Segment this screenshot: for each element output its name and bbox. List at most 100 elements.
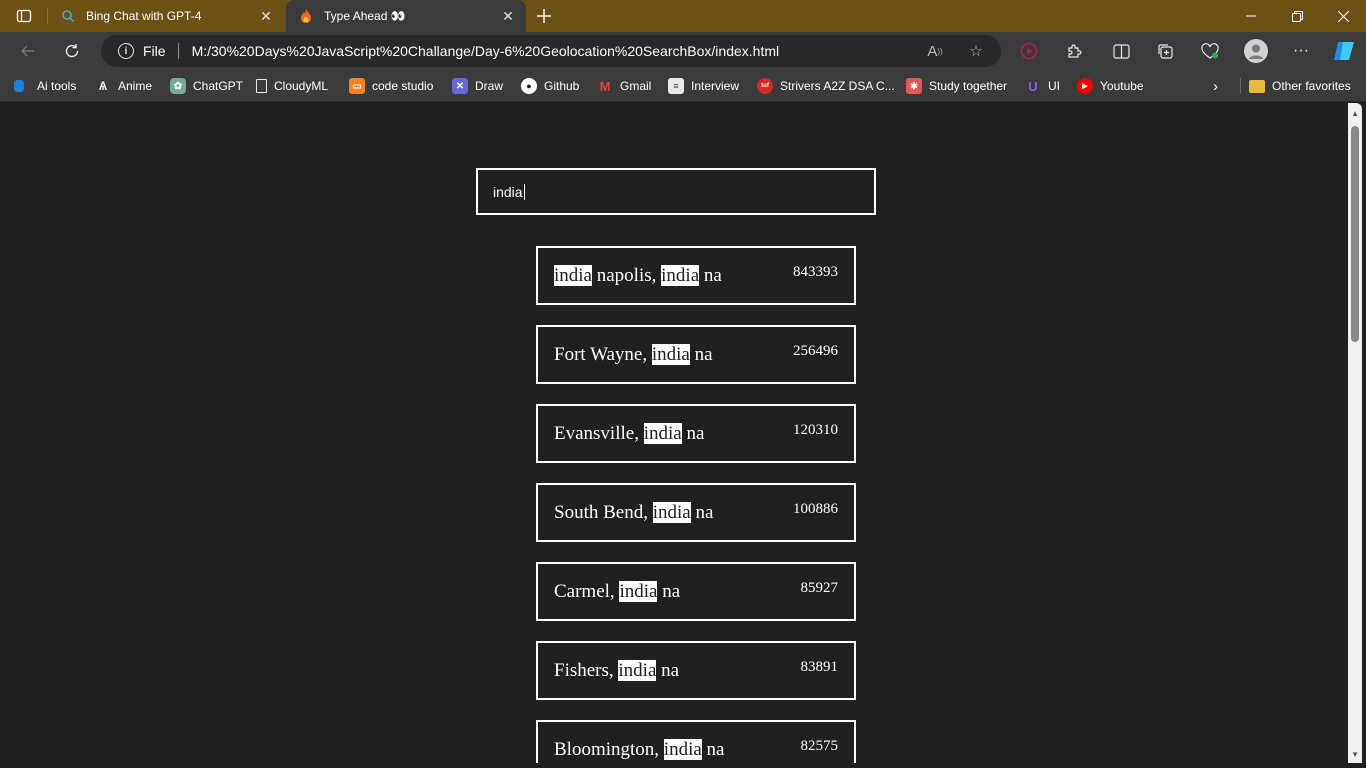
copilot-icon	[1334, 42, 1354, 60]
chevron-right-icon: ›	[1213, 77, 1218, 95]
url-scheme: File	[143, 43, 166, 59]
bookmark-code-studio[interactable]: ▭ code studio	[349, 70, 433, 102]
page-viewport: india india napolis, india na 843393 Fort …	[4, 103, 1362, 763]
scroll-up-arrow-icon[interactable]: ▲	[1351, 109, 1359, 118]
bookmark-draw[interactable]: ✕ Draw	[452, 70, 503, 102]
avatar-icon	[1244, 39, 1268, 63]
suggestion-item[interactable]: Fort Wayne, india na 256496	[536, 325, 856, 384]
name-text: na	[690, 502, 714, 523]
performance-button[interactable]	[1194, 35, 1226, 67]
split-screen-icon	[1112, 43, 1130, 59]
bookmark-study-together[interactable]: ✱ Study together	[906, 70, 1007, 102]
scroll-down-arrow-icon[interactable]: ▼	[1351, 750, 1359, 759]
suggestion-item[interactable]: South Bend, india na 100886	[536, 483, 856, 542]
refresh-button[interactable]	[56, 35, 88, 67]
more-menu-button[interactable]: ···	[1285, 35, 1317, 67]
close-tab-icon[interactable]: ✕	[496, 4, 520, 28]
read-aloud-icon[interactable]: A))	[919, 35, 951, 67]
media-button[interactable]	[1013, 35, 1045, 67]
suggestion-item[interactable]: india napolis, india na 843393	[536, 246, 856, 305]
tab-bing-chat[interactable]: Bing Chat with GPT-4 ✕	[48, 0, 284, 32]
bookmark-chatgpt[interactable]: ✿ ChatGPT	[170, 70, 243, 102]
population-value: 120310	[793, 422, 838, 438]
puzzle-icon	[1067, 43, 1082, 58]
name-text: Bloomington,	[554, 739, 664, 760]
name-text: na	[681, 423, 705, 444]
more-bookmarks-button[interactable]: ›	[1213, 70, 1218, 102]
name-text: na	[701, 739, 725, 760]
fire-icon	[298, 8, 314, 24]
youtube-icon: ▶	[1077, 78, 1093, 94]
tab-title: Bing Chat with GPT-4	[86, 9, 202, 23]
back-button[interactable]	[12, 35, 44, 67]
suggestion-item[interactable]: Carmel, india na 85927	[536, 562, 856, 621]
profile-button[interactable]	[1240, 35, 1272, 67]
bookmark-gmail[interactable]: M Gmail	[597, 70, 652, 102]
bookmark-label: code studio	[372, 79, 434, 93]
highlight-match: india	[661, 265, 700, 286]
bookmark-youtube[interactable]: ▶ Youtube	[1077, 70, 1144, 102]
close-window-button[interactable]	[1320, 0, 1366, 32]
restore-button[interactable]	[1274, 0, 1320, 32]
population-value: 85927	[800, 580, 839, 596]
suggestion-item[interactable]: Fishers, india na 83891	[536, 641, 856, 700]
github-icon: ●	[521, 78, 537, 94]
highlight-match: india	[663, 739, 702, 760]
address-bar[interactable]: i File M:/30%20Days%20JavaScript%20Chall…	[101, 35, 1001, 67]
highlight-match: india	[651, 344, 690, 365]
suggestion-name: Evansville, india na	[554, 423, 704, 445]
bookmark-github[interactable]: ● Github	[521, 70, 579, 102]
url-text[interactable]: M:/30%20Days%20JavaScript%20Challange/Da…	[192, 43, 780, 59]
favorite-star-icon[interactable]: ☆	[960, 35, 992, 67]
close-tab-icon[interactable]: ✕	[254, 4, 278, 28]
bookmark-other-favorites[interactable]: Other favorites	[1249, 70, 1351, 102]
name-text: Fishers,	[554, 660, 619, 681]
vertical-scrollbar[interactable]: ▲ ▼	[1348, 103, 1362, 763]
bookmark-interview[interactable]: ≡ Interview	[668, 70, 739, 102]
suggestion-item[interactable]: Bloomington, india na 82575	[536, 720, 856, 763]
bookmark-label: ChatGPT	[193, 79, 244, 93]
plus-icon	[537, 9, 551, 23]
collections-button[interactable]	[1149, 35, 1181, 67]
bookmark-ai-tools[interactable]: Ai tools	[14, 70, 76, 102]
highlight-match: india	[643, 423, 682, 444]
scrollbar-thumb[interactable]	[1351, 126, 1359, 342]
name-text: Evansville,	[554, 423, 644, 444]
restore-icon	[1291, 10, 1303, 22]
extensions-button[interactable]	[1058, 35, 1090, 67]
highlight-match: india	[554, 265, 592, 286]
navigation-toolbar: i File M:/30%20Days%20JavaScript%20Chall…	[0, 32, 1366, 70]
bookmark-anime[interactable]: Ѧ Anime	[95, 70, 152, 102]
tab-actions-button[interactable]	[8, 4, 40, 28]
suggestion-name: Bloomington, india na	[554, 739, 724, 761]
name-text: na	[657, 581, 681, 602]
new-tab-button[interactable]	[532, 4, 556, 28]
bookmark-label: Gmail	[620, 79, 652, 93]
split-screen-button[interactable]	[1105, 35, 1137, 67]
suggestion-item[interactable]: Evansville, india na 120310	[536, 404, 856, 463]
suggestion-name: india napolis, india na	[554, 265, 722, 287]
minimize-button[interactable]	[1228, 0, 1274, 32]
name-text: Fort Wayne,	[554, 344, 652, 365]
bookmark-label: Anime	[118, 79, 153, 93]
highlight-match: india	[619, 581, 658, 602]
population-value: 256496	[793, 343, 838, 359]
suggestion-name: Fort Wayne, india na	[554, 344, 713, 366]
suggestion-name: Fishers, india na	[554, 660, 679, 682]
info-icon[interactable]: i	[118, 43, 134, 59]
favorites-bar: Ai tools Ѧ Anime ✿ ChatGPT CloudyML ▭ co…	[0, 70, 1366, 102]
tab-title: Type Ahead 👀	[324, 9, 406, 23]
search-input[interactable]: india	[476, 168, 876, 215]
folder-icon	[14, 80, 24, 92]
bookmark-strivers[interactable]: tuf Strivers A2Z DSA C...	[757, 70, 895, 102]
copilot-button[interactable]	[1328, 35, 1360, 67]
page-icon	[256, 79, 267, 93]
ui-icon: U	[1028, 78, 1038, 94]
play-circle-icon	[1020, 42, 1038, 60]
bookmark-ui[interactable]: U UI	[1025, 70, 1060, 102]
suggestion-name: South Bend, india na	[554, 502, 713, 524]
bookmark-cloudyml[interactable]: CloudyML	[256, 70, 328, 102]
bookmark-label: Other favorites	[1272, 79, 1351, 93]
tab-type-ahead[interactable]: Type Ahead 👀 ✕	[286, 0, 526, 32]
more-dots-icon: ···	[1293, 42, 1309, 59]
